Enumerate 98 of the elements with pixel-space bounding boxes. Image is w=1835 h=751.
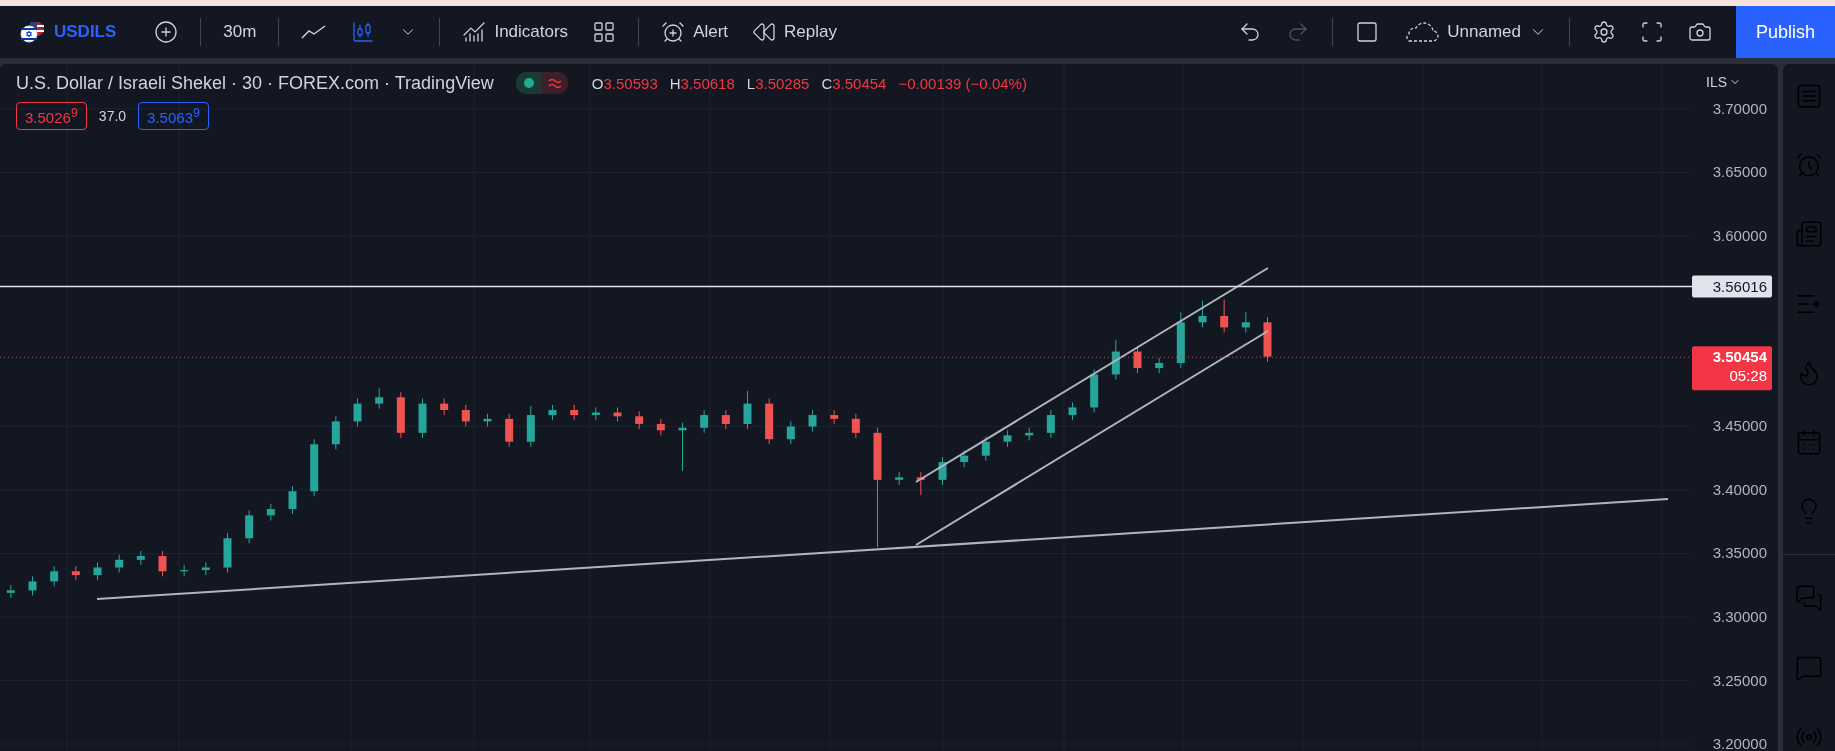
- candle: [635, 410, 644, 430]
- candle: [1025, 427, 1034, 441]
- candle: [93, 561, 102, 581]
- grid-icon[interactable]: [592, 20, 617, 44]
- candle: [310, 438, 319, 497]
- ohlc-value: O3.50593: [591, 74, 658, 92]
- flag-icon: [20, 21, 46, 43]
- candle: [223, 532, 232, 574]
- candle: [700, 409, 709, 434]
- candle: [158, 550, 167, 577]
- publish-button[interactable]: Publish: [1735, 6, 1835, 58]
- symbol-button[interactable]: USDILS: [10, 13, 127, 51]
- ask-price-button[interactable]: 3.5063$^{9}$: [138, 102, 209, 130]
- price-change: −0.00139 (−0.04%): [898, 74, 1027, 92]
- candle: [1176, 311, 1185, 369]
- candle: [526, 405, 535, 448]
- spread-value: 37.0: [98, 108, 127, 124]
- chart-title: U.S. Dollar / Israeli Shekel · 30 · FOREX.com · TradingView: [16, 72, 494, 94]
- candle: [201, 561, 210, 576]
- candle: [6, 584, 15, 599]
- candle: [50, 565, 59, 587]
- ohlc-value: L3.50285: [746, 74, 810, 92]
- candle: [1068, 401, 1077, 421]
- y-axis-label: 3.30000: [1712, 608, 1767, 625]
- candle: [1111, 339, 1120, 380]
- y-axis-label: 3.70000: [1712, 99, 1767, 117]
- y-axis-label: 3.45000: [1712, 417, 1767, 435]
- candle: [765, 398, 774, 445]
- y-axis-label: 3.20000: [1712, 735, 1767, 751]
- candle: [245, 509, 254, 544]
- ohlc-value: C3.50454: [821, 74, 887, 92]
- candle: [548, 404, 557, 421]
- fullscreen-icon[interactable]: [1639, 20, 1664, 44]
- square-icon[interactable]: [1355, 20, 1380, 44]
- last-price-label: 3.50454 05:28: [1692, 346, 1772, 391]
- candle: [895, 471, 904, 486]
- cloud-icon[interactable]: [1403, 21, 1440, 43]
- status-dot-icon: [523, 78, 534, 88]
- candle: [613, 406, 622, 422]
- candle: [353, 398, 362, 427]
- candle: [115, 554, 124, 574]
- candle: [440, 398, 449, 416]
- candle: [483, 413, 492, 427]
- candle: [656, 418, 665, 436]
- indicators-icon[interactable]: [462, 20, 487, 44]
- candle: [916, 471, 925, 496]
- wave-icon: [547, 77, 562, 89]
- candle: [505, 413, 514, 448]
- candle: [418, 398, 427, 439]
- candle: [266, 503, 275, 521]
- interval-button[interactable]: 30m: [213, 13, 267, 51]
- camera-icon[interactable]: [1687, 20, 1712, 44]
- candle: [808, 409, 817, 433]
- candle: [71, 565, 80, 581]
- y-axis-label: 3.25000: [1712, 671, 1767, 689]
- candle: [591, 406, 600, 421]
- candle: [938, 456, 947, 486]
- rewind-icon[interactable]: [752, 20, 777, 44]
- candle: [851, 413, 860, 439]
- candle: [136, 550, 145, 566]
- candle: [981, 436, 990, 462]
- ohlc-value: H3.50618: [669, 74, 735, 92]
- candle: [288, 485, 297, 515]
- add-icon[interactable]: [154, 20, 179, 44]
- settings-icon[interactable]: [1591, 20, 1616, 44]
- bid-price-button[interactable]: 3.5026$^{9}$: [16, 102, 87, 130]
- candle: [461, 404, 470, 427]
- y-axis-label: 3.65000: [1712, 163, 1767, 181]
- candle: [180, 564, 189, 577]
- candle: [1155, 357, 1164, 374]
- candle: [786, 420, 795, 445]
- candle: [1198, 300, 1207, 328]
- candle: [1046, 409, 1055, 439]
- y-axis-label: 3.35000: [1712, 544, 1767, 562]
- y-axis-label: 3.60000: [1712, 226, 1767, 244]
- line-price-label: 3.56016: [1692, 275, 1772, 298]
- candle: [678, 422, 687, 472]
- candle: [1003, 429, 1012, 448]
- candle: [830, 409, 839, 425]
- candle: [1241, 311, 1250, 333]
- candle: [1090, 368, 1099, 413]
- y-axis-label: 3.40000: [1712, 481, 1767, 498]
- candle: [570, 404, 579, 421]
- layout-name-button[interactable]: Unnamed: [1393, 13, 1557, 51]
- candle: [1220, 299, 1229, 333]
- candle: [331, 415, 340, 450]
- alert-button[interactable]: Alert: [651, 13, 739, 51]
- candle: [396, 391, 405, 439]
- replay-button[interactable]: Replay: [742, 13, 847, 51]
- candle: [1133, 345, 1142, 374]
- candle: [375, 387, 384, 410]
- alarm-clock-icon[interactable]: [661, 20, 686, 44]
- candle: [743, 390, 752, 430]
- candle: [1263, 316, 1272, 363]
- indicators-button[interactable]: Indicators: [452, 13, 579, 51]
- candle: [721, 409, 730, 430]
- currency-button[interactable]: ILS: [1704, 72, 1743, 92]
- candle: [28, 575, 37, 596]
